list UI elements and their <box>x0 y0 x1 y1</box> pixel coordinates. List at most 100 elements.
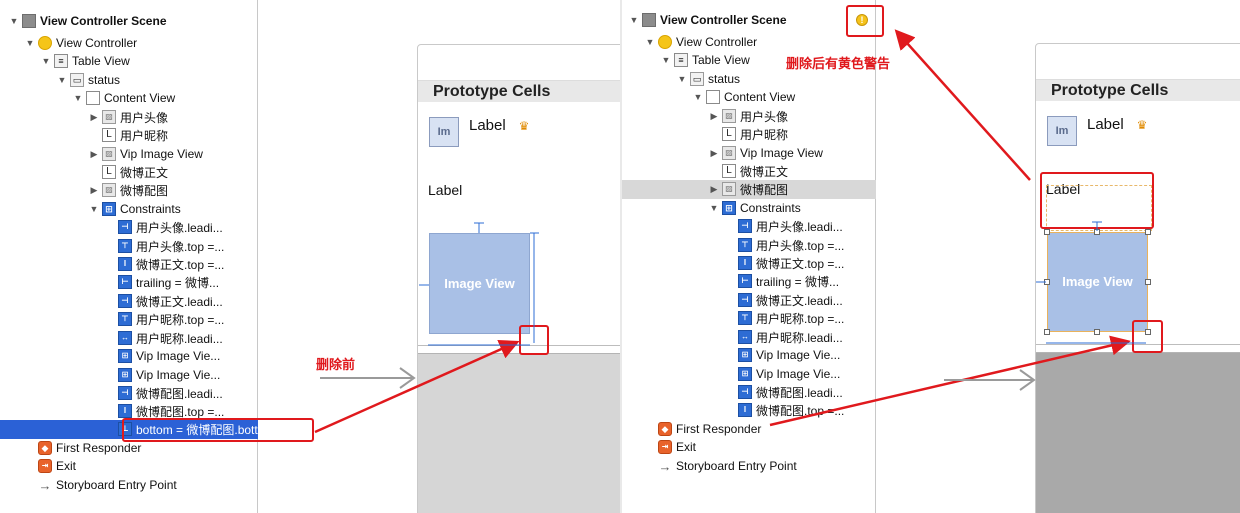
constraint-row[interactable]: ⊢ trailing = 微博... <box>622 272 876 291</box>
outline-row-label: 用户头像.top =... <box>756 238 845 253</box>
outline-row-label: Exit <box>56 459 77 474</box>
outline-row[interactable]: ▶ ▨ Vip Image View <box>0 145 258 164</box>
constraint-row[interactable]: ⊣ 微博正文.leadi... <box>0 292 258 311</box>
constraint-row[interactable]: ⊣ 微博配图.leadi... <box>622 383 876 402</box>
label-icon: L <box>722 164 736 179</box>
outline-row[interactable]: ▶ ▨ 微博配图 <box>0 181 258 200</box>
disclosure-open-icon[interactable]: ▼ <box>708 203 720 213</box>
outline-row[interactable]: L 微博正文 <box>622 162 876 181</box>
disclosure-open-icon[interactable]: ▼ <box>40 56 52 66</box>
body-text-label[interactable]: Label <box>428 182 462 198</box>
outline-row[interactable]: ▶ ▨ Vip Image View <box>622 144 876 163</box>
nickname-label[interactable]: Label <box>1087 116 1124 133</box>
entry-arrow-icon: → <box>658 458 672 474</box>
nickname-label[interactable]: Label <box>469 117 506 134</box>
disclosure-open-icon[interactable]: ▼ <box>644 37 656 47</box>
disclosure-closed-icon[interactable]: ▶ <box>88 112 100 123</box>
outline-row[interactable]: ▼ View Controller Scene <box>0 12 258 31</box>
outline-row[interactable]: ▼ View Controller <box>0 34 258 53</box>
picture-image-view[interactable]: Image View <box>429 233 530 334</box>
outline-row[interactable]: ▼ ⊞ Constraints <box>0 200 258 219</box>
view-controller-frame[interactable]: Prototype Cells Im Label ♛ Label Image V… <box>417 44 620 513</box>
outline-row[interactable]: ▼ ▭ status <box>622 70 876 89</box>
disclosure-open-icon[interactable]: ▼ <box>56 75 68 85</box>
constraint-row[interactable]: ⊞ Vip Image Vie... <box>622 346 876 365</box>
resize-handle[interactable] <box>1044 279 1050 285</box>
outline-row-label: 用户头像 <box>740 109 789 124</box>
outline-row[interactable]: ▼ ▭ status <box>0 71 258 90</box>
vip-crown-icon[interactable]: ♛ <box>1134 118 1150 132</box>
resize-handle[interactable] <box>1094 329 1100 335</box>
outline-row[interactable]: ▶ ▨ 微博配图 <box>622 180 876 199</box>
outline-row[interactable]: ◆ First Responder <box>622 420 876 439</box>
constraint-row[interactable]: ⊞ Vip Image Vie... <box>622 365 876 384</box>
picture-image-view[interactable]: Image View <box>1047 232 1148 332</box>
disclosure-open-icon[interactable]: ▼ <box>660 55 672 65</box>
disclosure-closed-icon[interactable]: ▶ <box>708 148 720 159</box>
constraint-row[interactable]: I 微博正文.top =... <box>622 254 876 273</box>
constraint-row[interactable]: ⊣ 微博正文.leadi... <box>622 291 876 310</box>
constraint-row[interactable]: ↔ 用户昵称.leadi... <box>0 329 258 348</box>
constraint-row[interactable]: ⊤ 用户昵称.top =... <box>0 310 258 329</box>
disclosure-closed-icon[interactable]: ▶ <box>708 111 720 122</box>
outline-row-label: Vip Image Vie... <box>756 348 841 363</box>
outline-row[interactable]: ▼ View Controller <box>622 33 876 52</box>
selected-constraint-highlight-box <box>122 418 314 442</box>
disclosure-open-icon[interactable]: ▼ <box>8 16 20 26</box>
constraint-row[interactable]: ⊣ 用户头像.leadi... <box>0 218 258 237</box>
constraint-row[interactable]: ⊞ Vip Image Vie... <box>0 347 258 366</box>
constraint-row[interactable]: ⊣ 微博配图.leadi... <box>0 384 258 403</box>
outline-row-label: 用户昵称.leadi... <box>136 331 223 346</box>
resize-handle[interactable] <box>1044 229 1050 235</box>
outline-row[interactable]: ▼ ≡ Table View <box>0 52 258 71</box>
constraint-row[interactable]: ⊞ Vip Image Vie... <box>0 366 258 385</box>
constraints-icon: ⊞ <box>722 201 736 216</box>
outline-row[interactable]: L 用户昵称 <box>622 125 876 144</box>
warning-highlight-box <box>846 5 884 37</box>
disclosure-open-icon[interactable]: ▼ <box>88 204 100 214</box>
outline-row[interactable]: ▼ Content View <box>622 88 876 107</box>
outline-row-label: 用户昵称.top =... <box>756 311 845 326</box>
outline-row[interactable]: ▼ View Controller Scene <box>622 11 876 30</box>
vertical-constraint-icon: I <box>118 404 132 419</box>
disclosure-open-icon[interactable]: ▼ <box>676 74 688 84</box>
leading-constraint-icon: ⊣ <box>118 386 132 401</box>
disclosure-closed-icon[interactable]: ▶ <box>708 184 720 195</box>
outline-row[interactable]: → Storyboard Entry Point <box>622 457 876 476</box>
constraint-row[interactable]: ⊤ 用户头像.top =... <box>0 237 258 256</box>
constraint-row[interactable]: ⊤ 用户昵称.top =... <box>622 309 876 328</box>
constraint-row[interactable]: ↔ 用户昵称.leadi... <box>622 328 876 347</box>
first-responder-icon: ◆ <box>38 441 52 456</box>
avatar-image-thumb[interactable]: Im <box>1047 116 1077 146</box>
disclosure-closed-icon[interactable]: ▶ <box>88 149 100 160</box>
constraint-row[interactable]: ⊢ trailing = 微博... <box>0 273 258 292</box>
avatar-image-thumb[interactable]: Im <box>429 117 459 147</box>
resize-handle[interactable] <box>1044 329 1050 335</box>
vip-crown-icon[interactable]: ♛ <box>516 119 532 133</box>
resize-handle[interactable] <box>1145 229 1151 235</box>
outline-row[interactable]: L 用户昵称 <box>0 126 258 145</box>
outline-row[interactable]: L 微博正文 <box>0 163 258 182</box>
constraint-row[interactable]: I 微博配图.top =... <box>622 401 876 420</box>
disclosure-open-icon[interactable]: ▼ <box>692 92 704 102</box>
disclosure-open-icon[interactable]: ▼ <box>24 38 36 48</box>
constraint-row[interactable]: ⊤ 用户头像.top =... <box>622 236 876 255</box>
view-controller-frame[interactable]: Prototype Cells Im Label ♛ Label Image V… <box>1035 43 1240 513</box>
outline-row[interactable]: ▼ Content View <box>0 89 258 108</box>
outline-row[interactable]: → Storyboard Entry Point <box>0 476 258 495</box>
disclosure-open-icon[interactable]: ▼ <box>628 15 640 25</box>
constraint-row[interactable]: ⊣ 用户头像.leadi... <box>622 217 876 236</box>
resize-handle[interactable] <box>1094 229 1100 235</box>
outline-row[interactable]: ▼ ⊞ Constraints <box>622 199 876 218</box>
image-view-icon: ▨ <box>102 147 116 162</box>
exit-icon: ⇥ <box>658 440 672 455</box>
constraint-row[interactable]: I 微博正文.top =... <box>0 255 258 274</box>
resize-handle[interactable] <box>1145 279 1151 285</box>
outline-row[interactable]: ⇥ Exit <box>0 457 258 476</box>
outline-row[interactable]: ⇥ Exit <box>622 438 876 457</box>
disclosure-open-icon[interactable]: ▼ <box>72 93 84 103</box>
outline-row[interactable]: ▶ ▨ 用户头像 <box>0 108 258 127</box>
outline-row[interactable]: ▶ ▨ 用户头像 <box>622 107 876 126</box>
top-constraint-icon: ⊤ <box>118 239 132 254</box>
disclosure-closed-icon[interactable]: ▶ <box>88 185 100 196</box>
